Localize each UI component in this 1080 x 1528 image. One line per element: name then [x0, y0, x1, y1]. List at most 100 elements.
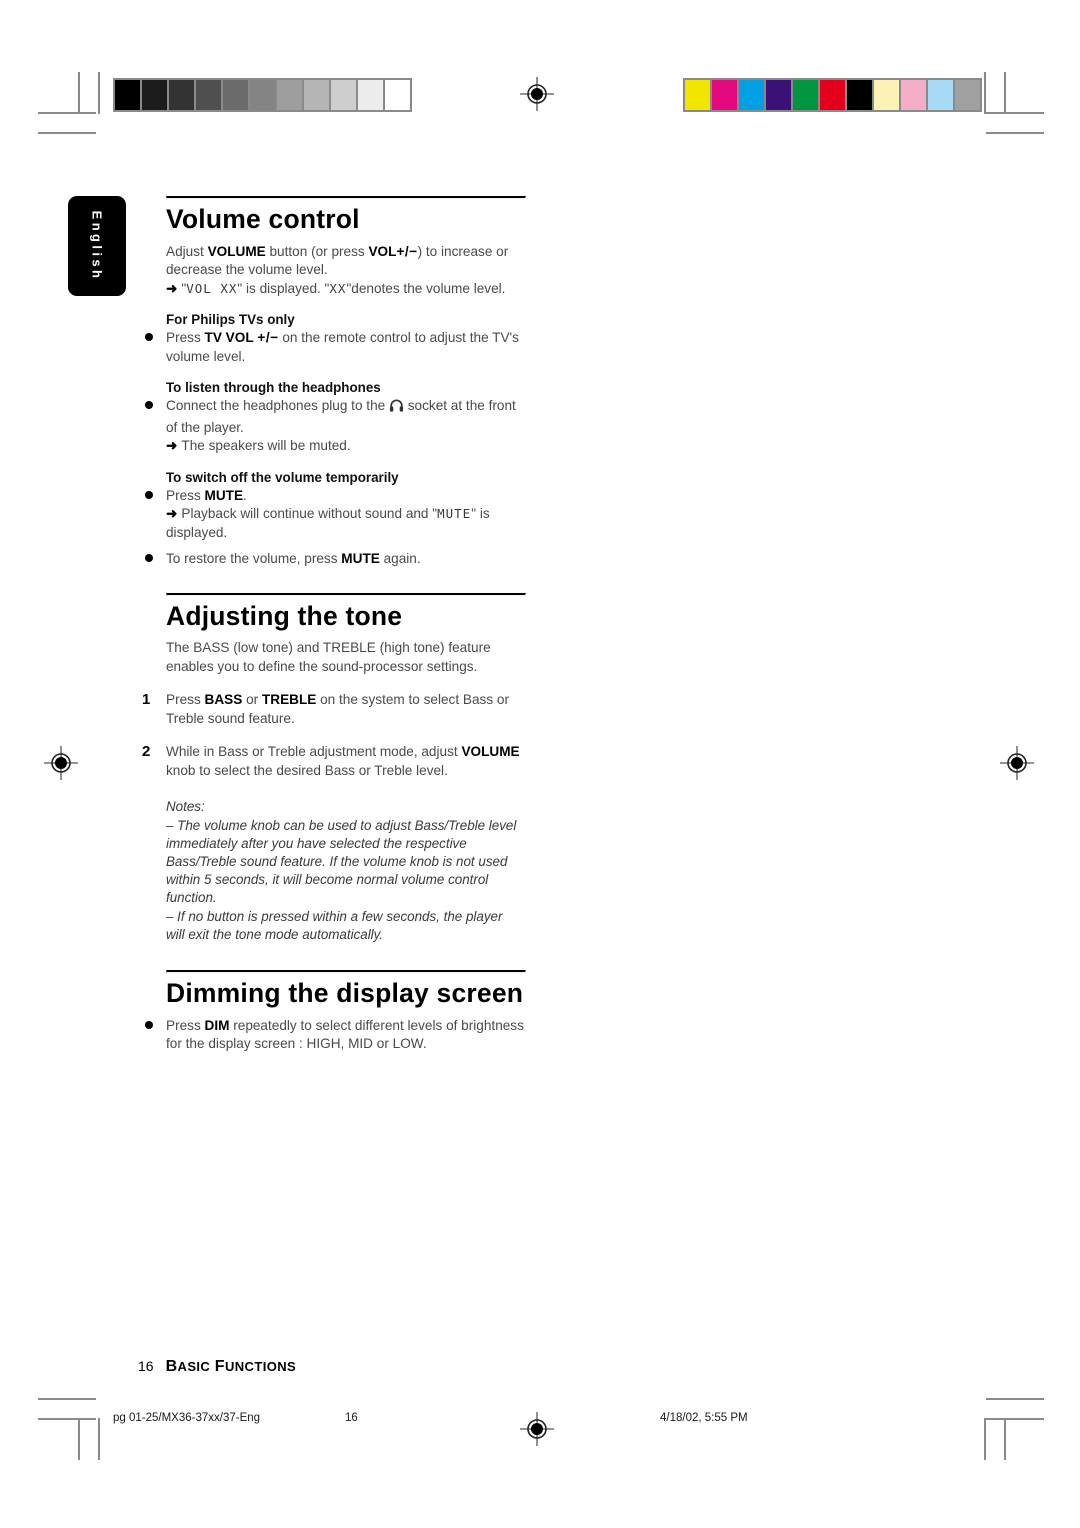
notes-block: Notes: – The volume knob can be used to …: [166, 798, 524, 944]
grayscale-swatch: [385, 80, 410, 110]
step2-prefix: While in Bass or Treble adjustment mode,…: [166, 744, 462, 760]
color-swatch: [793, 80, 818, 110]
footer-section-name: BASIC FUNCTIONS: [165, 1358, 297, 1375]
list-item-restore-volume: To restore the volume, press MUTE again.: [145, 550, 524, 568]
bullet-icon: [145, 490, 153, 499]
color-swatch: [901, 80, 926, 110]
tv-vol-prefix: Press: [166, 330, 205, 346]
color-swatch: [739, 80, 764, 110]
notes-item-1: – The volume knob can be used to adjust …: [166, 817, 517, 906]
crop-mark-bottom-left-h: [38, 1398, 96, 1400]
grayscale-calibration-bar: [113, 78, 412, 112]
tv-vol-button-label: TV VOL: [204, 330, 254, 346]
grayscale-swatch: [250, 80, 275, 110]
print-page-number: 16: [345, 1412, 358, 1424]
treble-button-label: TREBLE: [261, 692, 317, 708]
dim-text: Press DIM repeatedly to select different…: [166, 1017, 524, 1054]
list-item-tv-vol: Press TV VOL +/− on the remote control t…: [145, 329, 524, 366]
bullet-icon: [145, 1020, 153, 1029]
list-item-headphones: Connect the headphones plug to the socke…: [145, 397, 524, 455]
restore-volume-text: To restore the volume, press MUTE again.: [166, 550, 524, 568]
crop-mark-top-right-h: [986, 112, 1044, 114]
grayscale-swatch: [223, 80, 248, 110]
step-2-text: While in Bass or Treble adjustment mode,…: [166, 743, 524, 780]
color-swatch: [766, 80, 791, 110]
footer-section-title: 16 BASIC FUNCTIONS: [138, 1358, 296, 1376]
crop-mark-bottom-left-v2: [98, 1418, 100, 1460]
mute-arrow-prefix: Playback will continue without sound and…: [181, 506, 438, 522]
step-1-text: Press BASS or TREBLE on the system to se…: [166, 691, 524, 728]
lcd-display-mute: MUTE: [437, 506, 472, 522]
grayscale-swatch: [304, 80, 329, 110]
crop-mark-bottom-right-v: [1004, 1418, 1006, 1460]
headphones-text: Connect the headphones plug to the socke…: [166, 397, 524, 437]
step-number-1: 1: [142, 691, 151, 709]
grayscale-swatch: [331, 80, 356, 110]
color-swatch: [874, 80, 899, 110]
language-tab-label: English: [89, 210, 105, 282]
headphones-prefix: Connect the headphones plug to the: [166, 398, 389, 414]
section-rule-tone: [166, 592, 526, 596]
grayscale-swatch: [115, 80, 140, 110]
subsection-title-mute: To switch off the volume temporarily: [166, 469, 399, 485]
grayscale-swatch: [142, 80, 167, 110]
page-title-adjusting-tone: Adjusting the tone: [166, 600, 403, 631]
volume-knob-label: VOLUME: [461, 744, 520, 760]
crop-mark-top-right-v2: [984, 72, 986, 114]
color-swatch: [820, 80, 845, 110]
bullet-icon: [145, 401, 153, 410]
tv-vol-text: Press TV VOL +/− on the remote control t…: [166, 329, 524, 366]
volume-intro-prefix: Adjust: [166, 243, 208, 259]
grayscale-swatch: [169, 80, 194, 110]
arrow-right-icon-speakers: ➜: [166, 438, 178, 454]
registration-target-icon-right: [1000, 746, 1034, 780]
bullet-icon: [145, 554, 153, 563]
mute-button-label: MUTE: [204, 487, 244, 503]
crop-mark-bottom-left-v: [78, 1418, 80, 1460]
crop-mark-bottom-right-h2: [986, 1418, 1044, 1420]
crop-mark-top-right-v: [1004, 72, 1006, 114]
press-mute-suffix: .: [243, 487, 247, 503]
color-swatch: [712, 80, 737, 110]
color-swatch: [685, 80, 710, 110]
crop-mark-top-left-h: [38, 112, 96, 114]
grayscale-swatch: [277, 80, 302, 110]
volume-button-label: VOLUME: [207, 243, 266, 259]
plus-minus-icon-tvvol: +/−: [257, 330, 279, 346]
list-item-dim: Press DIM repeatedly to select different…: [145, 1017, 524, 1054]
step-number-2: 2: [142, 743, 151, 761]
grayscale-swatch: [358, 80, 383, 110]
crop-mark-bottom-right-h: [986, 1398, 1044, 1400]
color-swatch: [847, 80, 872, 110]
restore-prefix: To restore the volume, press: [166, 551, 342, 567]
press-mute-text: Press MUTE.: [166, 487, 524, 505]
plus-minus-icon-vol: +/−: [396, 243, 418, 259]
subsection-title-philips-tvs: For Philips TVs only: [166, 312, 295, 328]
list-item-press-mute: Press MUTE. ➜ Playback will continue with…: [145, 487, 524, 542]
crop-mark-bottom-right-v2: [984, 1418, 986, 1460]
crop-mark-top-left-v: [78, 72, 80, 114]
crop-mark-top-left-h2: [38, 132, 96, 134]
volume-intro-paragraph: Adjust VOLUME button (or press VOL+/−) t…: [166, 243, 524, 280]
press-mute-prefix: Press: [166, 487, 205, 503]
notes-item-2: – If no button is pressed within a few s…: [166, 908, 503, 942]
bass-button-label: BASS: [204, 692, 243, 708]
step1-prefix: Press: [166, 692, 205, 708]
notes-label: Notes:: [166, 799, 205, 815]
color-swatch: [928, 80, 953, 110]
bullet-icon: [145, 333, 153, 342]
page-content: Volume control Adjust VOLUME button (or …: [142, 196, 526, 1054]
headphones-icon: [389, 398, 404, 418]
lcd-display-vol: VOL XX: [186, 280, 238, 296]
volume-intro-mid: button (or press: [265, 243, 369, 259]
registration-target-icon-top: [520, 77, 554, 111]
arrow-right-icon-vol: ➜: [166, 280, 178, 296]
footer-page-number: 16: [138, 1358, 154, 1374]
registration-target-icon-bottom: [520, 1412, 554, 1446]
step-2: 2 While in Bass or Treble adjustment mod…: [142, 743, 524, 780]
step1-mid: or: [242, 692, 262, 708]
step-1: 1 Press BASS or TREBLE on the system to …: [142, 691, 524, 728]
mute-button-label-2: MUTE: [341, 551, 380, 567]
tone-intro-paragraph: The BASS (low tone) and TREBLE (high ton…: [166, 640, 491, 674]
lcd-display-xx: XX: [329, 280, 347, 296]
